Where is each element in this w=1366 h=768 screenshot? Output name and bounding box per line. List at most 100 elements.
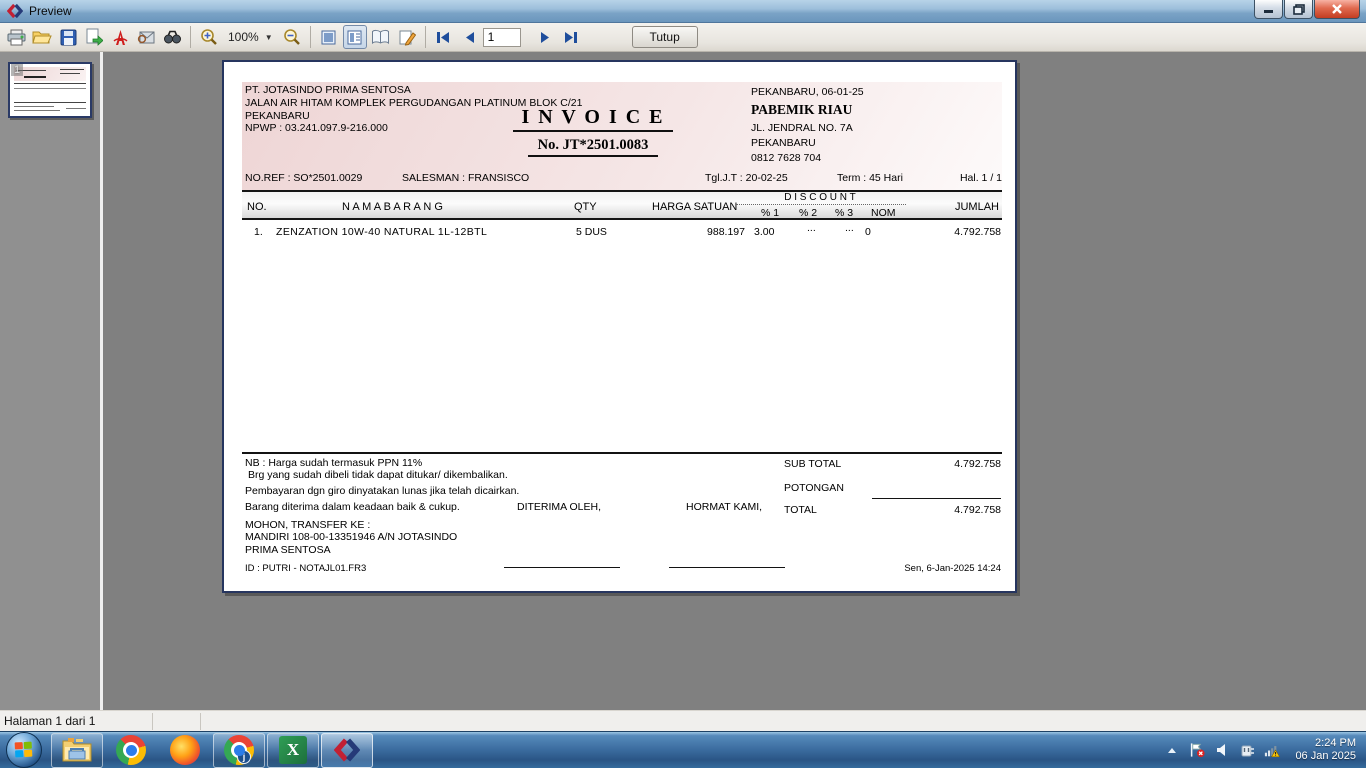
buyer-phone: 0812 7628 704 <box>751 152 821 164</box>
salesman: SALESMAN : FRANSISCO <box>402 172 529 184</box>
restore-icon <box>1293 4 1305 15</box>
nav-prev-page-button[interactable] <box>458 25 482 49</box>
close-preview-button[interactable]: Tutup <box>632 26 698 48</box>
taskbar-clock[interactable]: 2:24 PM 06 Jan 2025 <box>1289 737 1356 763</box>
zoom-out-button[interactable] <box>280 25 304 49</box>
flag-alert-icon <box>1189 742 1205 758</box>
col-discount: D I S C O U N T <box>740 192 900 203</box>
status-divider <box>200 713 201 730</box>
minimize-icon <box>1263 4 1275 14</box>
note-line: NB : Harga sudah termasuk PPN 11% <box>245 457 422 469</box>
show-hidden-icons-button[interactable] <box>1164 742 1180 758</box>
ref-number: NO.REF : SO*2501.0029 <box>245 172 362 184</box>
col-discount-3: % 3 <box>835 207 853 219</box>
signature-line <box>669 567 785 568</box>
next-page-icon <box>539 31 551 44</box>
taskbar-item-firefox[interactable] <box>159 733 211 768</box>
taskbar-item-chrome[interactable] <box>105 733 157 768</box>
panel-splitter[interactable] <box>100 52 103 710</box>
nav-last-page-button[interactable] <box>559 25 583 49</box>
zoom-level-select[interactable]: 100% ▼ <box>222 28 279 46</box>
taskbar-item-chrome-profile[interactable]: j <box>213 733 265 768</box>
print-icon <box>7 29 26 46</box>
taskbar-item-explorer[interactable] <box>51 733 103 768</box>
item-discount-2: ... <box>807 222 816 234</box>
item-qty: 5 DUS <box>576 226 607 238</box>
firefox-icon <box>170 735 200 765</box>
nav-next-page-button[interactable] <box>533 25 557 49</box>
col-discount-2: % 2 <box>799 207 817 219</box>
view-facing-button[interactable] <box>369 25 393 49</box>
print-button[interactable] <box>4 25 28 49</box>
seller-name: PT. JOTASINDO PRIMA SENTOSA <box>245 84 582 97</box>
buyer-city: PEKANBARU <box>751 137 816 149</box>
invoice-number: No. JT*2501.0083 <box>428 137 758 157</box>
export-icon <box>85 28 103 46</box>
table-header: NO. N A M A B A R A N G QTY HARGA SATUAN… <box>242 190 1002 220</box>
explorer-icon <box>61 737 93 763</box>
open-folder-icon <box>32 29 52 45</box>
zoom-level-value: 100% <box>228 30 259 44</box>
total-value: 4.792.758 <box>881 504 1001 516</box>
col-nom: NOM <box>871 207 896 219</box>
minimize-button[interactable] <box>1254 0 1283 19</box>
item-total: 4.792.758 <box>881 226 1001 238</box>
print-timestamp: Sen, 6-Jan-2025 14:24 <box>841 563 1001 574</box>
operator-id: ID : PUTRI - NOTAJL01.FR3 <box>245 563 366 574</box>
pdf-button[interactable] <box>108 25 132 49</box>
total-divider <box>872 498 1001 499</box>
action-center-icon[interactable] <box>1189 742 1205 758</box>
thumbnail-page-number: 1 <box>11 64 23 76</box>
view-continuous-button[interactable] <box>343 25 367 49</box>
status-bar: Halaman 1 dari 1 <box>0 710 1366 731</box>
previous-page-icon <box>464 31 476 44</box>
restore-button[interactable] <box>1284 0 1313 19</box>
close-button[interactable] <box>1314 0 1360 19</box>
total-label: TOTAL <box>784 504 817 516</box>
view-facing-icon <box>371 29 390 45</box>
network-icon[interactable] <box>1264 742 1280 758</box>
transfer-line: PRIMA SENTOSA <box>245 544 331 556</box>
title-bar: Preview <box>0 0 1366 23</box>
page-number-input[interactable] <box>483 28 521 47</box>
thumbnail-panel: 1 <box>0 52 100 710</box>
edit-page-button[interactable] <box>395 25 419 49</box>
note-line: Pembayaran dgn giro dinyatakan lunas jik… <box>245 485 519 497</box>
taskbar-item-preview-app[interactable] <box>321 733 373 768</box>
power-icon[interactable] <box>1239 742 1255 758</box>
subtotal-label: SUB TOTAL <box>784 458 841 470</box>
email-button[interactable] <box>134 25 158 49</box>
view-single-page-button[interactable] <box>317 25 341 49</box>
toolbar-separator <box>310 26 311 48</box>
note-line: Brg yang sudah dibeli tidak dapat dituka… <box>248 469 508 481</box>
toolbar-separator <box>425 26 426 48</box>
chrome-icon <box>116 735 146 765</box>
zoom-out-icon <box>283 28 301 46</box>
item-discount-3: ... <box>845 222 854 234</box>
find-button[interactable] <box>160 25 184 49</box>
screen: Preview <box>0 0 1366 768</box>
view-single-page-icon <box>320 29 337 46</box>
page-thumbnail[interactable]: 1 <box>8 62 92 118</box>
export-button[interactable] <box>82 25 106 49</box>
due-date: Tgl.J.T : 20-02-25 <box>705 172 788 184</box>
zoom-in-button[interactable] <box>197 25 221 49</box>
volume-icon[interactable] <box>1214 742 1230 758</box>
item-discount-1: 3.00 <box>754 226 774 238</box>
received-by-label: DITERIMA OLEH, <box>517 501 601 513</box>
preview-app-icon <box>334 737 360 763</box>
start-button[interactable] <box>6 732 42 768</box>
taskbar-item-excel[interactable]: X <box>267 733 319 768</box>
col-discount-1: % 1 <box>761 207 779 219</box>
clock-date: 06 Jan 2025 <box>1295 750 1356 763</box>
nav-first-page-button[interactable] <box>432 25 456 49</box>
item-name: ZENZATION 10W-40 NATURAL 1L-12BTL <box>276 226 487 238</box>
col-nama-barang: N A M A B A R A N G <box>342 201 443 213</box>
taskbar: j X <box>0 731 1366 768</box>
buyer-address: JL. JENDRAL NO. 7A <box>751 122 853 134</box>
save-button[interactable] <box>56 25 80 49</box>
close-icon <box>1331 4 1343 15</box>
open-button[interactable] <box>30 25 54 49</box>
preview-content: 1 PT. JOTASINDO PRIMA SENTOSA JALAN AIR … <box>0 52 1366 710</box>
status-text: Halaman 1 dari 1 <box>4 714 95 728</box>
